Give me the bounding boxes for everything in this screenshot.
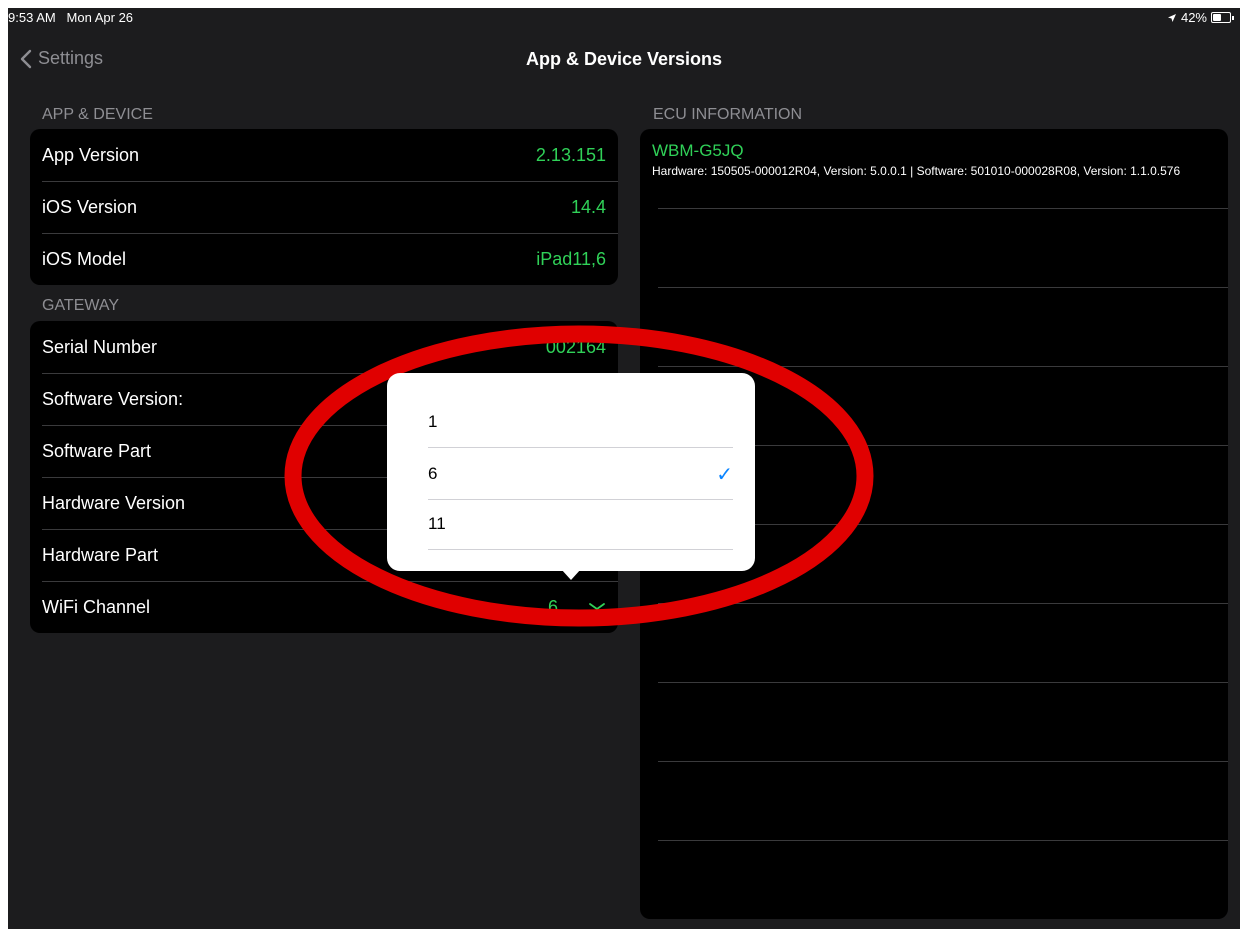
- channel-option-11[interactable]: 11: [428, 499, 733, 550]
- channel-option-1[interactable]: 1: [428, 397, 733, 448]
- option-label: 11: [428, 514, 446, 533]
- option-label: 1: [428, 412, 438, 431]
- channel-option-6[interactable]: 6 ✓: [428, 449, 733, 500]
- channel-picker-popover: 1 6 ✓ 11: [387, 373, 755, 571]
- settings-screen: 9:53 AM Mon Apr 26 42% Settings App & De…: [8, 8, 1240, 929]
- checkmark-icon: ✓: [716, 463, 733, 486]
- option-label: 6: [428, 464, 438, 483]
